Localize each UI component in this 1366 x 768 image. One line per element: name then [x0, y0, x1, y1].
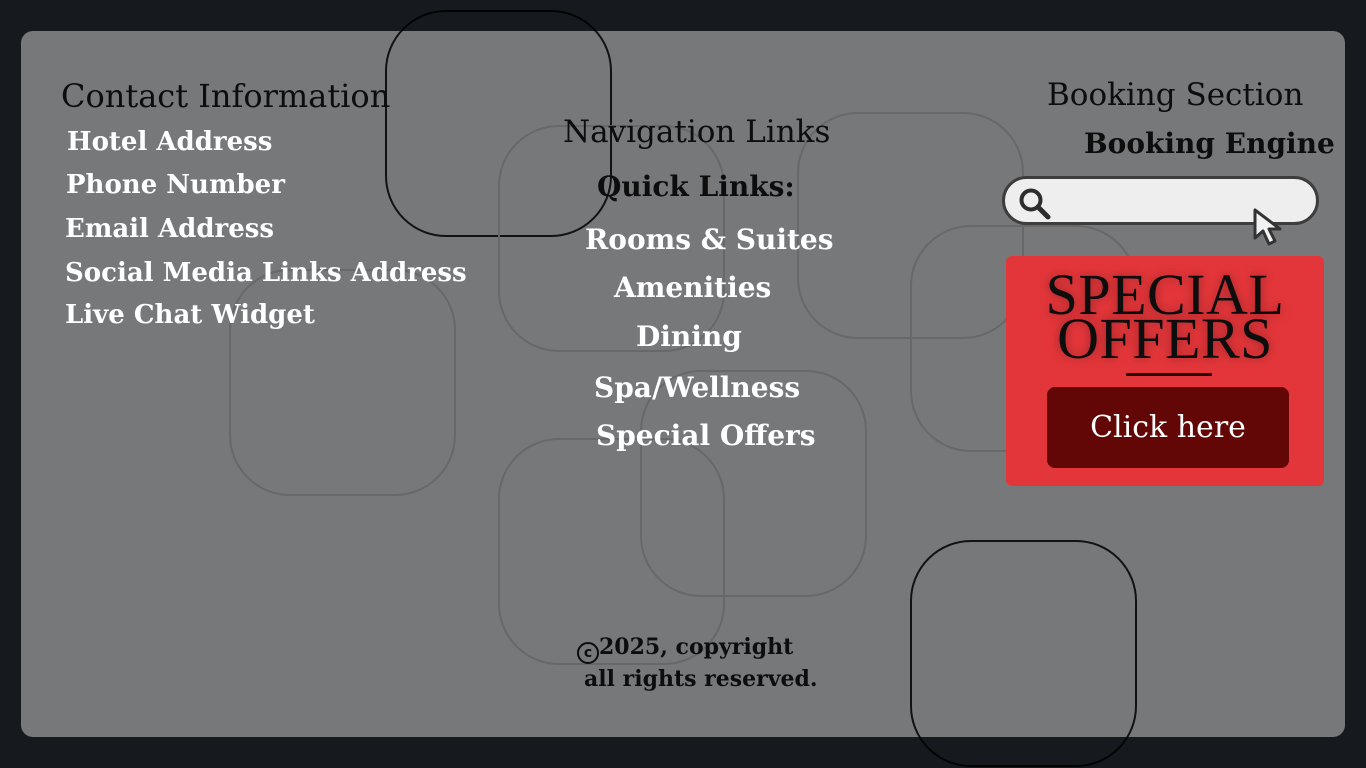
nav-link-special-offers[interactable]: Special Offers: [596, 419, 816, 452]
cursor-arrow-icon: [1252, 207, 1288, 251]
click-here-button[interactable]: Click here: [1047, 387, 1289, 468]
copyright-text: 2025, copyright: [599, 634, 794, 660]
booking-engine-label: Booking Engine: [1084, 127, 1335, 160]
nav-link-dining[interactable]: Dining: [636, 320, 742, 353]
booking-search-input[interactable]: [1059, 185, 1263, 219]
special-offers-panel: SPECIAL OFFERS Click here: [1006, 256, 1324, 486]
booking-heading: Booking Section: [1047, 77, 1304, 113]
nav-link-spa-wellness[interactable]: Spa/Wellness: [594, 371, 800, 404]
quick-links-label: Quick Links:: [597, 170, 795, 203]
contact-link-phone-number[interactable]: Phone Number: [66, 170, 285, 200]
nav-link-amenities[interactable]: Amenities: [614, 271, 771, 304]
nav-link-rooms-suites[interactable]: Rooms & Suites: [585, 223, 834, 256]
contact-link-hotel-address[interactable]: Hotel Address: [67, 127, 272, 157]
offers-divider: [1126, 373, 1212, 376]
copyright-notice: c 2025, copyright all rights reserved.: [577, 632, 818, 695]
search-icon[interactable]: [1018, 187, 1052, 225]
navigation-heading: Navigation Links: [563, 114, 831, 150]
rights-text: all rights reserved.: [584, 666, 818, 692]
special-offers-title-line2: OFFERS: [1057, 306, 1273, 371]
contact-heading: Contact Information: [61, 77, 391, 115]
contact-link-email-address[interactable]: Email Address: [65, 214, 274, 244]
copyright-icon: c: [577, 642, 599, 664]
contact-link-social-media[interactable]: Social Media Links Address: [65, 258, 467, 288]
contact-link-live-chat[interactable]: Live Chat Widget: [65, 300, 315, 330]
